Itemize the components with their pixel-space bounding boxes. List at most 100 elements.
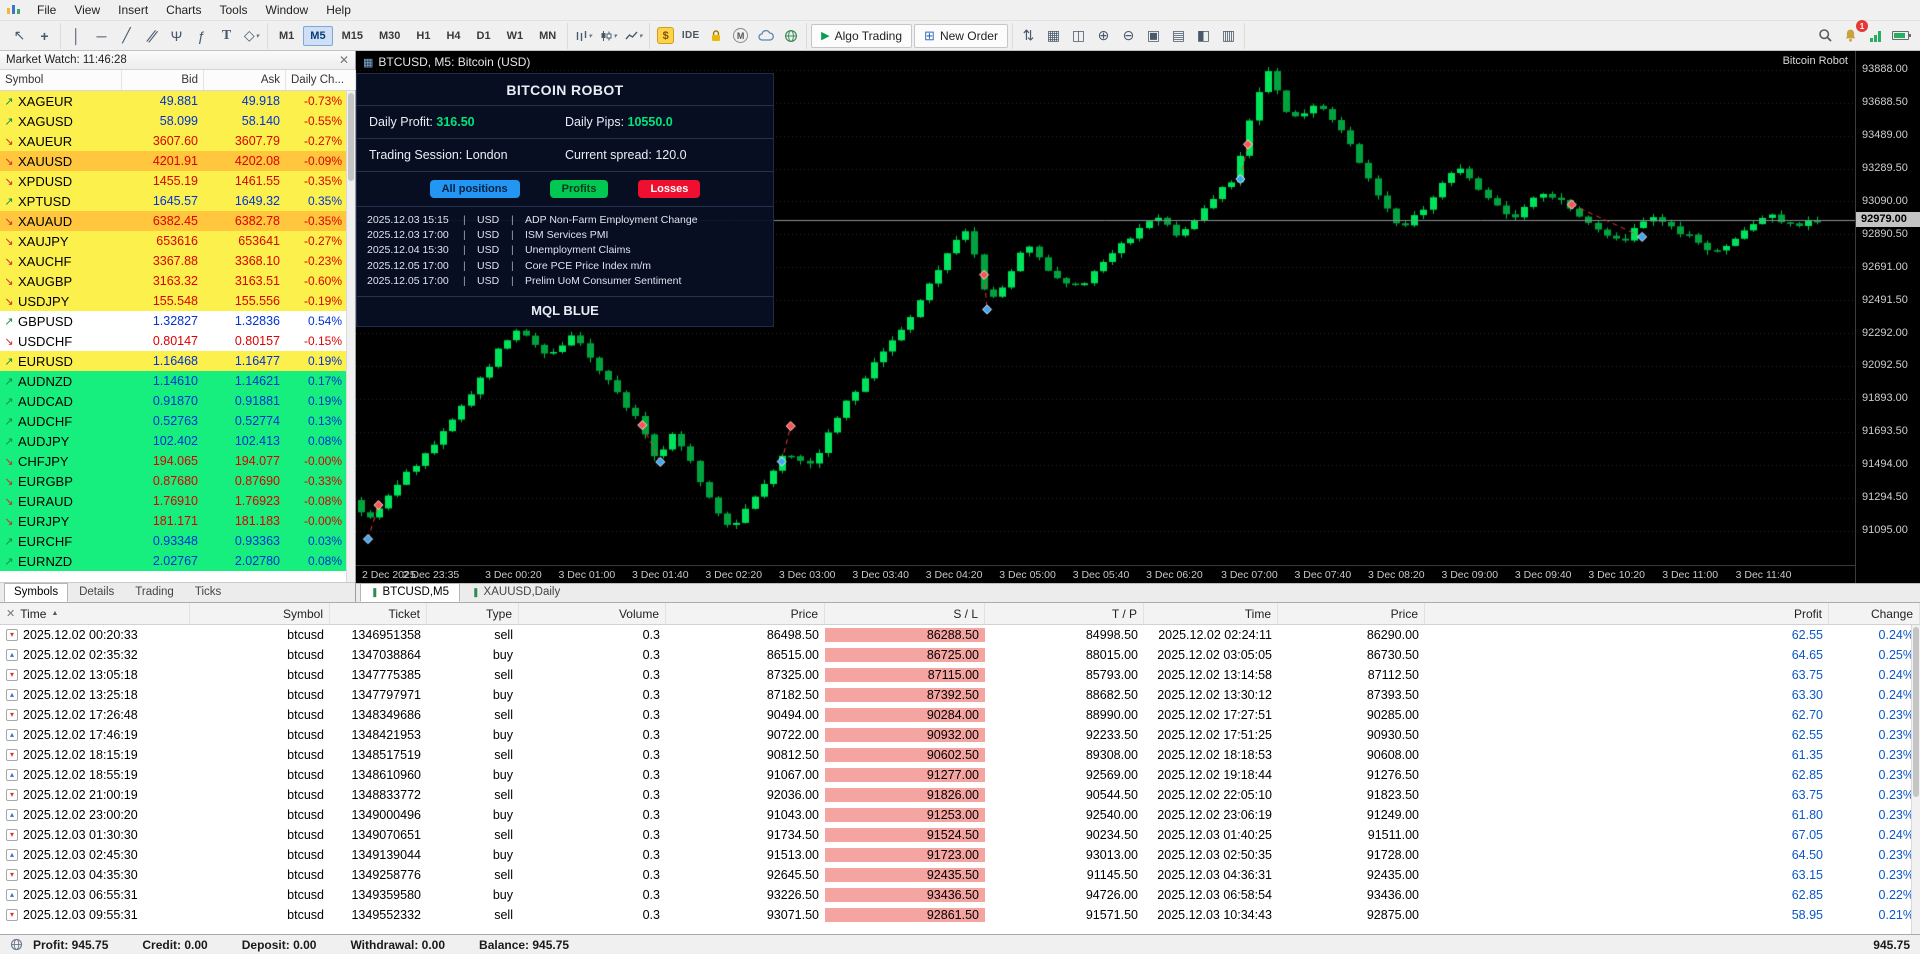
- market-watch-row[interactable]: ↗ EURCHF 0.93348 0.93363 0.03%: [0, 531, 355, 551]
- grid-button[interactable]: ▣: [1142, 24, 1165, 47]
- column-symbol[interactable]: Symbol: [0, 70, 122, 90]
- candlestick-chart-type-button[interactable]: ▾: [597, 24, 620, 47]
- history-row[interactable]: ▴ 2025.12.02 17:46:19 btcusd 1348421953 buy 0…: [0, 725, 1920, 745]
- market-watch-row[interactable]: ↘ CHFJPY 194.065 194.077 -0.00%: [0, 451, 355, 471]
- notifications-bell-icon[interactable]: 1: [1839, 20, 1868, 47]
- time-axis[interactable]: 2 Dec 2025 2 Dec 23:35 3 Dec 00:20 3 Dec 01…: [356, 565, 1855, 583]
- shapes-tool-button[interactable]: ◇ ▾: [240, 24, 263, 47]
- market-watch-row[interactable]: ↘ XPDUSD 1455.19 1461.55 -0.35%: [0, 171, 355, 191]
- history-col-2-ticket[interactable]: Ticket: [330, 603, 427, 624]
- history-row[interactable]: ▾ 2025.12.03 09:55:31 btcusd 1349552332 sell…: [0, 905, 1920, 925]
- tab-ticks[interactable]: Ticks: [185, 583, 231, 602]
- history-scrollbar[interactable]: [1911, 625, 1920, 934]
- menu-item-tools[interactable]: Tools: [211, 1, 257, 19]
- text-tool-button[interactable]: T: [215, 24, 238, 47]
- timeframe-d1-button[interactable]: D1: [470, 26, 498, 46]
- history-row[interactable]: ▴ 2025.12.02 18:55:19 btcusd 1348610960 buy 0…: [0, 765, 1920, 785]
- vertical-line-tool-button[interactable]: │: [65, 24, 88, 47]
- metaeditor-ide-button[interactable]: IDE: [679, 24, 702, 47]
- market-watch-row[interactable]: ↗ EURUSD 1.16468 1.16477 0.19%: [0, 351, 355, 371]
- chart-tab-xauusd-daily[interactable]: ❚ XAUUSD,Daily: [461, 583, 571, 602]
- close-icon[interactable]: ✕: [339, 53, 349, 67]
- tab-trading[interactable]: Trading: [125, 583, 184, 602]
- tab-symbols[interactable]: Symbols: [4, 583, 69, 602]
- market-watch-row[interactable]: ↗ XPTUSD 1645.57 1649.32 0.35%: [0, 191, 355, 211]
- crosshair-tool-button[interactable]: +: [33, 24, 56, 47]
- robot-all-positions-button[interactable]: All positions: [429, 180, 520, 198]
- market-watch-row[interactable]: ↘ XAUCHF 3367.88 3368.10 -0.23%: [0, 251, 355, 271]
- timeframe-m15-button[interactable]: M15: [335, 26, 370, 46]
- timeframe-m1-button[interactable]: M1: [272, 26, 301, 46]
- market-watch-row[interactable]: ↗ XAGUSD 58.099 58.140 -0.55%: [0, 111, 355, 131]
- menu-item-help[interactable]: Help: [317, 1, 360, 19]
- history-row[interactable]: ▾ 2025.12.03 01:30:30 btcusd 1349070651 sell…: [0, 825, 1920, 845]
- history-col-4-volume[interactable]: Volume: [519, 603, 666, 624]
- history-row[interactable]: ▴ 2025.12.03 02:45:30 btcusd 1349139044 buy 0…: [0, 845, 1920, 865]
- history-col-11-change[interactable]: Change: [1829, 603, 1920, 624]
- market-watch-row[interactable]: ↘ XAUUSD 4201.91 4202.08 -0.09%: [0, 151, 355, 171]
- history-col-5-price[interactable]: Price: [666, 603, 825, 624]
- fibonacci-tool-button[interactable]: ƒ: [190, 24, 213, 47]
- history-col-6-s-l[interactable]: S / L: [825, 603, 985, 624]
- tile-windows-button[interactable]: ▦: [1042, 24, 1065, 47]
- market-watch-row[interactable]: ↘ EURGBP 0.87680 0.87690 -0.33%: [0, 471, 355, 491]
- history-row[interactable]: ▾ 2025.12.02 18:15:19 btcusd 1348517519 sell…: [0, 745, 1920, 765]
- timeframe-h4-button[interactable]: H4: [439, 26, 467, 46]
- market-watch-row[interactable]: ↘ XAUJPY 653616 653641 -0.27%: [0, 231, 355, 251]
- history-col-9-price[interactable]: Price: [1278, 603, 1425, 624]
- market-watch-row[interactable]: ↘ USDJPY 155.548 155.556 -0.19%: [0, 291, 355, 311]
- data-window-button[interactable]: ▤: [1167, 24, 1190, 47]
- market-watch-row[interactable]: ↗ GBPUSD 1.32827 1.32836 0.54%: [0, 311, 355, 331]
- history-row[interactable]: ▾ 2025.12.02 17:26:48 btcusd 1348349686 sell…: [0, 705, 1920, 725]
- robot-profits-button[interactable]: Profits: [549, 180, 609, 198]
- menu-item-view[interactable]: View: [65, 1, 109, 19]
- history-col-1-symbol[interactable]: Symbol: [190, 603, 330, 624]
- history-row[interactable]: ▴ 2025.12.03 06:55:31 btcusd 1349359580 buy 0…: [0, 885, 1920, 905]
- column-daily-change[interactable]: Daily Ch...: [286, 70, 356, 90]
- cascade-windows-button[interactable]: ◫: [1067, 24, 1090, 47]
- history-col-3-type[interactable]: Type: [427, 603, 519, 624]
- market-watch-row[interactable]: ↗ AUDJPY 102.402 102.413 0.08%: [0, 431, 355, 451]
- bar-chart-type-button[interactable]: ▾: [572, 24, 595, 47]
- timeframe-w1-button[interactable]: W1: [500, 26, 531, 46]
- history-row[interactable]: ▴ 2025.12.02 13:25:18 btcusd 1347797971 buy 0…: [0, 685, 1920, 705]
- menu-item-charts[interactable]: Charts: [157, 1, 210, 19]
- market-watch-row[interactable]: ↗ EURNZD 2.02767 2.02780 0.08%: [0, 551, 355, 571]
- algo-trading-button[interactable]: ▶ Algo Trading: [811, 23, 913, 48]
- cloud-sync-button[interactable]: [754, 24, 777, 47]
- timeframe-h1-button[interactable]: H1: [409, 26, 437, 46]
- history-col-10-profit[interactable]: Profit: [1425, 603, 1829, 624]
- market-watch-scrollbar[interactable]: [346, 91, 355, 582]
- pitchfork-tool-button[interactable]: Ψ: [165, 24, 188, 47]
- timeframe-m5-button[interactable]: M5: [303, 25, 333, 46]
- sort-button[interactable]: ⇅: [1017, 24, 1040, 47]
- timeframe-m30-button[interactable]: M30: [372, 26, 407, 46]
- new-order-button[interactable]: ⊞ New Order: [914, 23, 1008, 48]
- history-row[interactable]: ▾ 2025.12.02 21:00:19 btcusd 1348833772 sell…: [0, 785, 1920, 805]
- price-axis[interactable]: 93888.00 93688.50 93489.00 93289.50 93090.00…: [1855, 51, 1920, 583]
- history-col-7-t-p[interactable]: T / P: [985, 603, 1144, 624]
- channel-tool-button[interactable]: ∥: [140, 24, 163, 47]
- market-watch-row[interactable]: ↘ XAUAUD 6382.45 6382.78 -0.35%: [0, 211, 355, 231]
- market-watch-row[interactable]: ↘ USDCHF 0.80147 0.80157 -0.15%: [0, 331, 355, 351]
- currency-indicator-button[interactable]: $: [654, 24, 677, 47]
- timeframe-mn-button[interactable]: MN: [532, 26, 563, 46]
- history-row[interactable]: ▴ 2025.12.02 23:00:20 btcusd 1349000496 buy 0…: [0, 805, 1920, 825]
- history-col-8-time[interactable]: Time: [1144, 603, 1278, 624]
- market-watch-row[interactable]: ↗ XAGEUR 49.881 49.918 -0.73%: [0, 91, 355, 111]
- zoom-out-button[interactable]: ⊖: [1117, 24, 1140, 47]
- menu-item-window[interactable]: Window: [257, 1, 318, 19]
- close-toolbox-button[interactable]: ✕: [6, 607, 15, 620]
- column-bid[interactable]: Bid: [122, 70, 204, 90]
- search-icon[interactable]: [1814, 24, 1837, 47]
- menu-item-file[interactable]: File: [28, 1, 65, 19]
- history-row[interactable]: ▾ 2025.12.02 13:05:18 btcusd 1347775385 sell…: [0, 665, 1920, 685]
- market-watch-row[interactable]: ↗ AUDCHF 0.52763 0.52774 0.13%: [0, 411, 355, 431]
- chart-tab-btcusd-m5[interactable]: ❚ BTCUSD,M5: [360, 583, 460, 602]
- history-row[interactable]: ▴ 2025.12.02 02:35:32 btcusd 1347038864 buy 0…: [0, 645, 1920, 665]
- market-button[interactable]: M: [729, 24, 752, 47]
- strategy-tester-button[interactable]: ▥: [1217, 24, 1240, 47]
- market-watch-row[interactable]: ↘ EURJPY 181.171 181.183 -0.00%: [0, 511, 355, 531]
- horizontal-line-tool-button[interactable]: ─: [90, 24, 113, 47]
- market-watch-row[interactable]: ↘ XAUGBP 3163.32 3163.51 -0.60%: [0, 271, 355, 291]
